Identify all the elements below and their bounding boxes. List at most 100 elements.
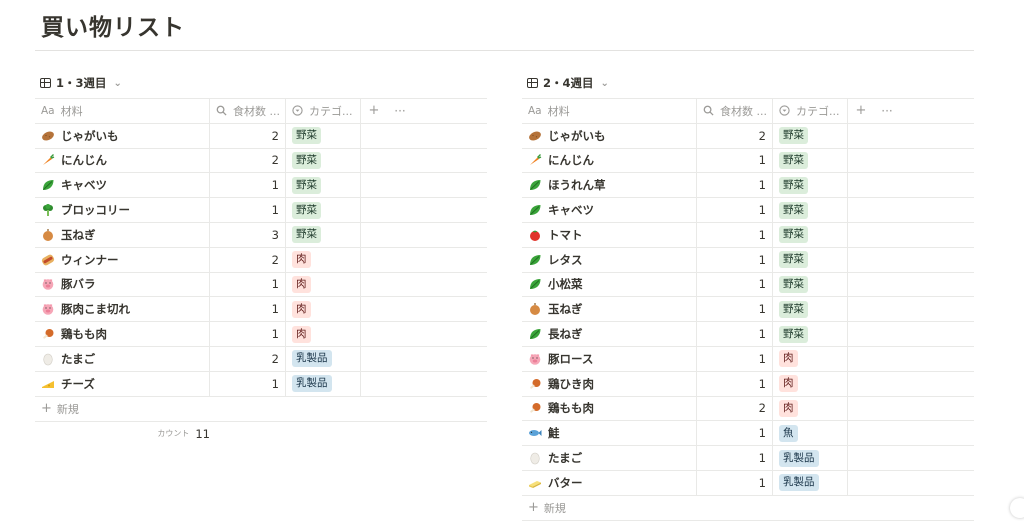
- column-header-category[interactable]: カテゴ...: [286, 99, 361, 123]
- qty-cell[interactable]: 1: [210, 297, 286, 322]
- name-cell[interactable]: じゃがいも: [35, 123, 210, 148]
- category-cell[interactable]: 肉: [773, 346, 848, 371]
- qty-cell[interactable]: 2: [697, 396, 773, 421]
- name-cell[interactable]: にんじん: [35, 148, 210, 173]
- category-cell[interactable]: 肉: [773, 396, 848, 421]
- empty-cell[interactable]: [361, 198, 487, 222]
- name-cell[interactable]: ウィンナー: [35, 247, 210, 272]
- table-row[interactable]: じゃがいも 2 野菜: [35, 123, 487, 149]
- view-tab-week-1-3[interactable]: 1・3週目 ⌄: [40, 75, 122, 91]
- qty-cell[interactable]: 3: [210, 222, 286, 247]
- name-cell[interactable]: 長ねぎ: [522, 322, 697, 346]
- empty-cell[interactable]: [848, 149, 974, 173]
- category-cell[interactable]: 乳製品: [286, 346, 361, 371]
- table-row[interactable]: たまご 1 乳製品: [522, 446, 974, 471]
- qty-cell[interactable]: 2: [210, 148, 286, 173]
- empty-cell[interactable]: [361, 223, 487, 247]
- add-property-icon[interactable]: +: [361, 99, 387, 123]
- name-cell[interactable]: ブロッコリー: [35, 198, 210, 222]
- table-row[interactable]: にんじん 2 野菜: [35, 148, 487, 174]
- qty-cell[interactable]: 1: [210, 272, 286, 297]
- add-property-icon[interactable]: +: [848, 99, 874, 123]
- qty-cell[interactable]: 2: [697, 123, 773, 148]
- category-cell[interactable]: 肉: [286, 247, 361, 272]
- empty-cell[interactable]: [361, 124, 487, 148]
- table-row[interactable]: 鶏もも肉 1 肉: [35, 322, 487, 347]
- column-header-name[interactable]: Aa 材料: [522, 99, 697, 123]
- name-cell[interactable]: 豚ロース: [522, 346, 697, 371]
- name-cell[interactable]: 玉ねぎ: [522, 297, 697, 322]
- empty-cell[interactable]: [361, 297, 487, 321]
- category-cell[interactable]: 肉: [773, 371, 848, 396]
- qty-cell[interactable]: 1: [697, 272, 773, 297]
- category-cell[interactable]: 肉: [286, 322, 361, 346]
- name-cell[interactable]: 豚バラ: [35, 272, 210, 297]
- name-cell[interactable]: キャベツ: [35, 173, 210, 198]
- table-row[interactable]: キャベツ 1 野菜: [522, 198, 974, 223]
- name-cell[interactable]: チーズ: [35, 371, 210, 396]
- table-row[interactable]: 長ねぎ 1 野菜: [522, 322, 974, 347]
- qty-cell[interactable]: 1: [697, 222, 773, 247]
- qty-cell[interactable]: 2: [210, 247, 286, 272]
- qty-cell[interactable]: 1: [697, 346, 773, 371]
- table-row[interactable]: 鶏もも肉 2 肉: [522, 396, 974, 422]
- table-row[interactable]: たまご 2 乳製品: [35, 346, 487, 372]
- qty-cell[interactable]: 1: [210, 173, 286, 198]
- qty-cell[interactable]: 1: [697, 198, 773, 222]
- table-row[interactable]: 豚バラ 1 肉: [35, 272, 487, 298]
- chevron-down-icon[interactable]: ⌄: [601, 78, 609, 89]
- empty-cell[interactable]: [848, 297, 974, 321]
- empty-cell[interactable]: [361, 248, 487, 272]
- category-cell[interactable]: 乳製品: [773, 470, 848, 495]
- name-cell[interactable]: ほうれん草: [522, 173, 697, 198]
- name-cell[interactable]: 豚肉こま切れ: [35, 297, 210, 322]
- empty-cell[interactable]: [848, 421, 974, 445]
- empty-cell[interactable]: [848, 124, 974, 148]
- column-header-qty[interactable]: 食材数 ...: [697, 99, 773, 123]
- category-cell[interactable]: 肉: [286, 272, 361, 297]
- category-cell[interactable]: 野菜: [773, 198, 848, 222]
- category-cell[interactable]: 野菜: [286, 173, 361, 198]
- empty-cell[interactable]: [848, 347, 974, 371]
- empty-cell[interactable]: [848, 198, 974, 222]
- category-cell[interactable]: 野菜: [773, 148, 848, 173]
- empty-cell[interactable]: [848, 471, 974, 495]
- qty-cell[interactable]: 2: [210, 346, 286, 371]
- name-cell[interactable]: たまご: [522, 446, 697, 470]
- empty-cell[interactable]: [848, 173, 974, 197]
- empty-cell[interactable]: [361, 273, 487, 297]
- view-tab-week-2-4[interactable]: 2・4週目 ⌄: [527, 75, 609, 91]
- table-row[interactable]: 小松菜 1 野菜: [522, 272, 974, 298]
- qty-cell[interactable]: 1: [210, 322, 286, 346]
- category-cell[interactable]: 魚: [773, 421, 848, 446]
- column-header-qty[interactable]: 食材数 ...: [210, 99, 286, 123]
- table-row[interactable]: ほうれん草 1 野菜: [522, 173, 974, 199]
- category-cell[interactable]: 肉: [286, 297, 361, 322]
- empty-cell[interactable]: [848, 397, 974, 421]
- table-row[interactable]: バター 1 乳製品: [522, 470, 974, 496]
- table-row[interactable]: トマト 1 野菜: [522, 222, 974, 248]
- name-cell[interactable]: 小松菜: [522, 272, 697, 297]
- table-row[interactable]: ブロッコリー 1 野菜: [35, 198, 487, 223]
- empty-cell[interactable]: [361, 173, 487, 197]
- column-header-category[interactable]: カテゴ...: [773, 99, 848, 123]
- empty-cell[interactable]: [848, 446, 974, 470]
- table-row[interactable]: 玉ねぎ 3 野菜: [35, 222, 487, 248]
- table-row[interactable]: 鮭 1魚: [522, 421, 974, 447]
- name-cell[interactable]: バター: [522, 470, 697, 495]
- category-cell[interactable]: 野菜: [286, 123, 361, 148]
- category-cell[interactable]: 野菜: [286, 198, 361, 222]
- name-cell[interactable]: キャベツ: [522, 198, 697, 222]
- table-row[interactable]: じゃがいも 2 野菜: [522, 123, 974, 149]
- category-cell[interactable]: 野菜: [286, 222, 361, 247]
- qty-cell[interactable]: 1: [697, 446, 773, 470]
- category-cell[interactable]: 野菜: [773, 297, 848, 322]
- table-row[interactable]: レタス 1 野菜: [522, 247, 974, 273]
- empty-cell[interactable]: [361, 322, 487, 346]
- empty-cell[interactable]: [361, 149, 487, 173]
- qty-cell[interactable]: 1: [697, 297, 773, 322]
- category-cell[interactable]: 乳製品: [286, 371, 361, 396]
- table-row[interactable]: チーズ 1 乳製品: [35, 371, 487, 397]
- empty-cell[interactable]: [848, 322, 974, 346]
- more-options-icon[interactable]: ···: [874, 99, 900, 123]
